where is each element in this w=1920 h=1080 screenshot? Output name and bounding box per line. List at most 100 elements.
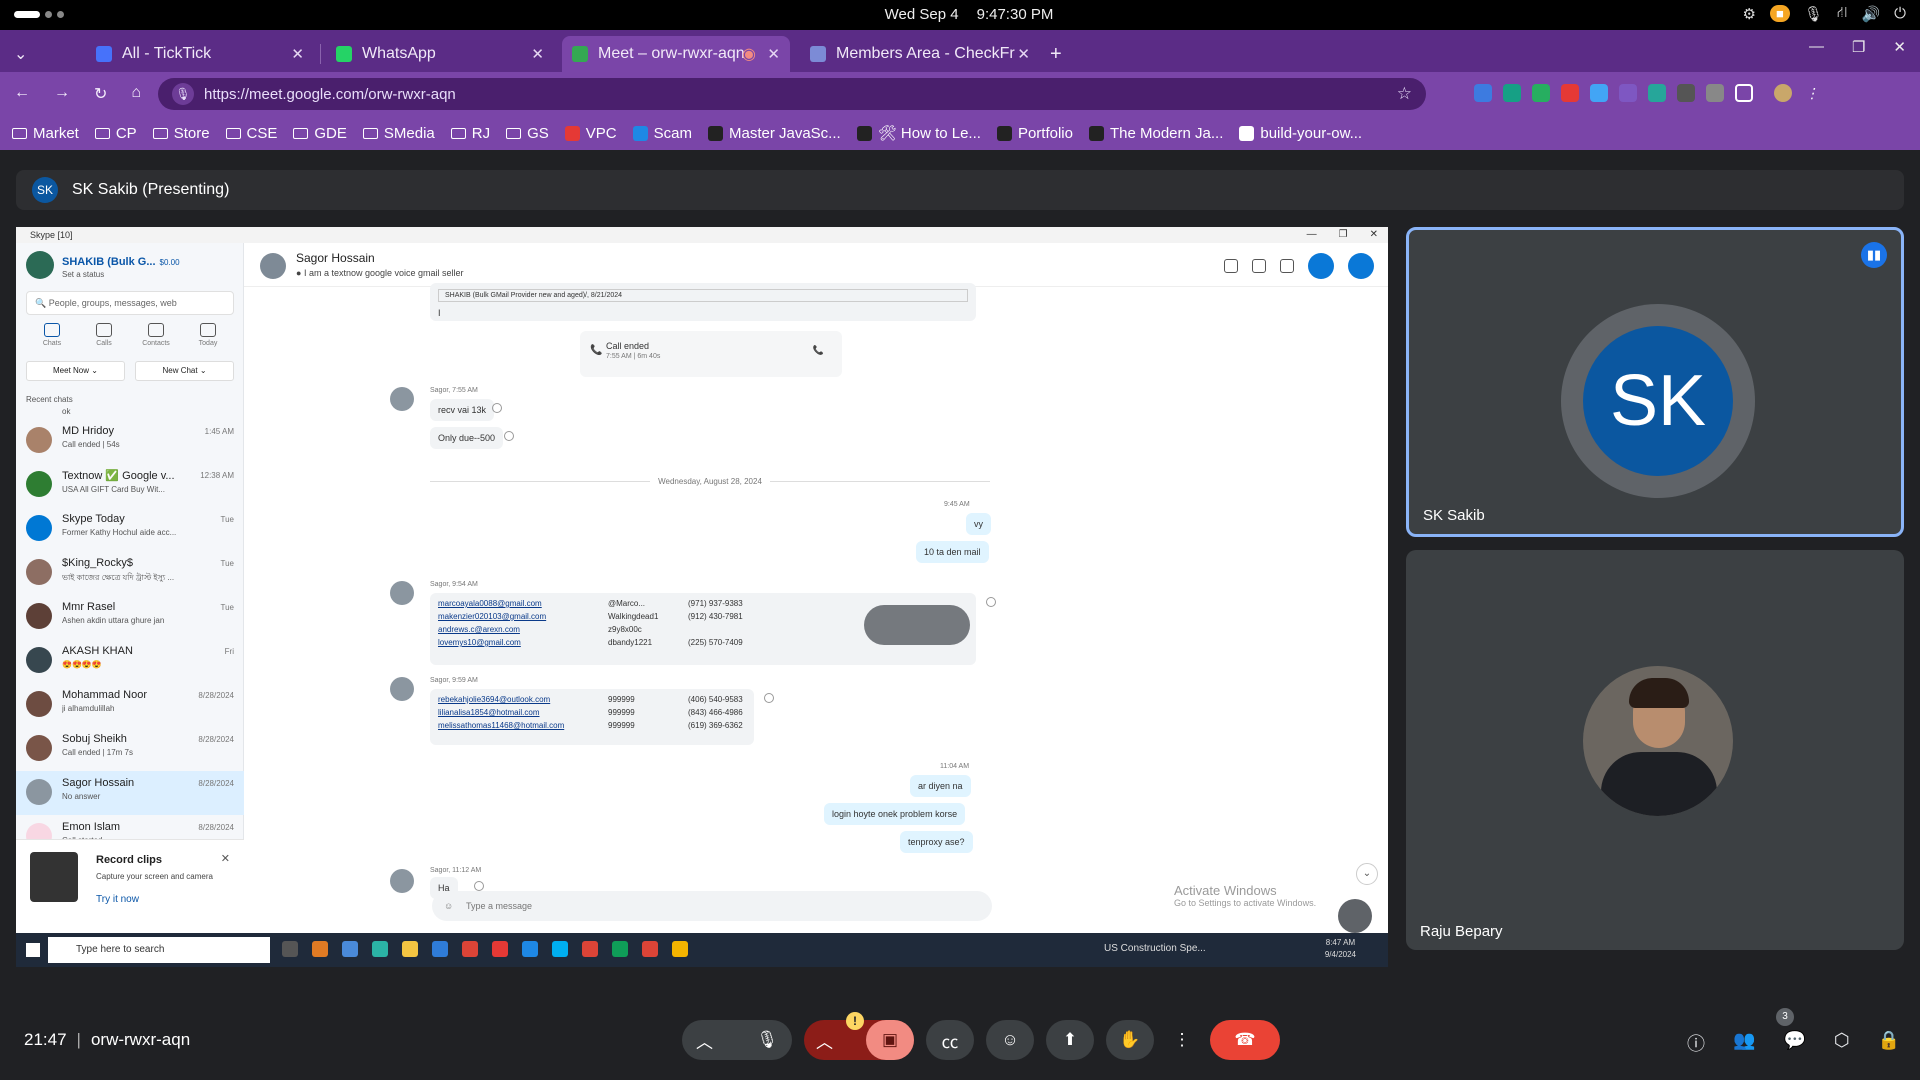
tab-whatsapp[interactable]: WhatsApp ✕: [326, 36, 554, 72]
minimize-icon[interactable]: —: [1809, 38, 1824, 56]
bookmark-item[interactable]: Store: [152, 125, 210, 142]
meeting-info-icon[interactable]: ⓘ: [1687, 1030, 1705, 1056]
reload-icon[interactable]: ↻: [94, 84, 107, 104]
camera-warning-icon[interactable]: !: [846, 1012, 864, 1030]
close-window-icon[interactable]: ✕: [1893, 38, 1906, 56]
extension-icon[interactable]: [1648, 84, 1666, 102]
nav-contacts: Contacts: [136, 323, 176, 347]
video-icon: [96, 323, 112, 337]
bookmark-item[interactable]: VPC: [564, 125, 617, 142]
call-back-icon: 📞: [812, 345, 824, 355]
activities-icon[interactable]: ⬡: [1834, 1030, 1850, 1056]
avatar: [26, 559, 52, 585]
site-info-icon[interactable]: 🎙: [172, 83, 194, 105]
email-text: lilianalisa1854@hotmail.com: [438, 708, 540, 717]
skype-titlebar: Skype [10] — ❐ ✕: [16, 227, 1388, 243]
bookmark-item[interactable]: Scam: [632, 125, 692, 142]
restore-icon[interactable]: ❐: [1852, 38, 1865, 56]
tab-search-button[interactable]: ⌄: [4, 36, 34, 72]
back-icon[interactable]: ←: [14, 84, 30, 104]
raise-hand-button[interactable]: ✋: [1106, 1020, 1154, 1060]
tab-meet[interactable]: Meet – orw-rwxr-aqn ◉ ✕: [562, 36, 790, 72]
close-icon[interactable]: ✕: [531, 45, 544, 63]
host-controls-icon[interactable]: 🔒: [1878, 1030, 1900, 1056]
bookmark-item[interactable]: CSE: [225, 125, 277, 142]
more-options-button[interactable]: ⋮: [1166, 1020, 1198, 1060]
bookmark-item[interactable]: build-your-ow...: [1239, 125, 1362, 142]
bookmark-item[interactable]: SMedia: [362, 125, 435, 142]
close-icon[interactable]: ✕: [291, 45, 304, 63]
profile-avatar[interactable]: [1774, 84, 1792, 102]
bookmark-item[interactable]: The Modern Ja...: [1088, 125, 1223, 142]
tab-ticktick[interactable]: All - TickTick ✕: [86, 36, 314, 72]
extension-icon[interactable]: [1677, 84, 1695, 102]
tab-label: WhatsApp: [362, 45, 436, 62]
shared-screen: Skype [10] — ❐ ✕ SHAKIB (Bulk G... $0.00 Se…: [16, 227, 1388, 967]
extension-icon[interactable]: [1561, 84, 1579, 102]
chevron-up-icon[interactable]: ︿: [816, 1028, 833, 1053]
extension-icon[interactable]: [1532, 84, 1550, 102]
home-icon[interactable]: ⌂: [131, 84, 141, 104]
participant-tile-raju-bepary[interactable]: Raju Bepary: [1406, 550, 1904, 950]
volume-icon[interactable]: 🔊: [1861, 5, 1880, 23]
close-icon[interactable]: ✕: [767, 45, 780, 63]
present-screen-button[interactable]: ⬆: [1046, 1020, 1094, 1060]
tab-checkfront[interactable]: Members Area - CheckFr ✕: [800, 36, 1040, 72]
network-icon[interactable]: ⛙: [1837, 4, 1848, 23]
emoji-reaction-button[interactable]: ☺: [986, 1020, 1034, 1060]
bookmark-item[interactable]: Master JavaSc...: [707, 125, 841, 142]
camera-off-button[interactable]: ▣: [866, 1020, 914, 1060]
close-icon: ✕: [220, 853, 230, 865]
meet-icon: [572, 46, 588, 62]
app-icon: [282, 941, 298, 957]
system-clock[interactable]: Wed Sep 4 9:47:30 PM: [0, 6, 1920, 23]
pinned-tab[interactable]: [46, 36, 76, 72]
bookmark-item[interactable]: 🛠 How to Le...: [856, 124, 981, 142]
participant-tile-sk-sakib[interactable]: SK ▮▮ SK Sakib: [1406, 227, 1904, 537]
bookmark-star-icon[interactable]: ☆: [1397, 84, 1412, 104]
extension-icon[interactable]: [1619, 84, 1637, 102]
extension-icon[interactable]: [1590, 84, 1608, 102]
new-tab-button[interactable]: +: [1040, 36, 1070, 72]
zoom-icon[interactable]: [1338, 899, 1372, 933]
meet-stage: SK SK Sakib (Presenting) Skype [10] — ❐ ✕ …: [0, 150, 1920, 1080]
microphone-icon[interactable]: 🎙: [1804, 5, 1823, 23]
extra-text: Walkingdead1: [608, 612, 659, 621]
extension-icon[interactable]: [1503, 84, 1521, 102]
sender-label: Sagor, 7:55 AM: [430, 387, 478, 394]
microphone-button[interactable]: 🎙: [756, 1030, 778, 1050]
new-chat-button: New Chat ⌄: [135, 361, 234, 381]
close-icon[interactable]: ✕: [1017, 45, 1030, 63]
people-icon[interactable]: 👥: [1733, 1030, 1755, 1056]
forward-icon[interactable]: →: [54, 84, 70, 104]
bookmark-label: GS: [527, 124, 549, 142]
chevron-up-icon[interactable]: ︿: [696, 1028, 713, 1053]
extension-icon[interactable]: [1706, 84, 1724, 102]
menu-icon[interactable]: ⋮: [1803, 84, 1821, 102]
chrome-icon: [672, 941, 688, 957]
leave-call-button[interactable]: ☎: [1210, 1020, 1280, 1060]
bookmark-item[interactable]: Portfolio: [996, 125, 1073, 142]
message-bubble: rebekahjolie3694@outlook.com 999999 (406) …: [430, 689, 754, 745]
folder-icon: [12, 127, 27, 139]
bookmark-item[interactable]: RJ: [450, 125, 490, 142]
message-bubble: ar diyen na: [910, 775, 971, 797]
taskbar-search: Type here to search: [48, 937, 270, 963]
presenting-label: SK Sakib (Presenting): [72, 181, 230, 198]
bookmark-item[interactable]: GS: [506, 125, 549, 142]
extension-icon[interactable]: [1474, 84, 1492, 102]
settings-icon[interactable]: ⚙: [1743, 5, 1756, 23]
bookmark-item[interactable]: CP: [94, 125, 137, 142]
screen-record-icon[interactable]: ■: [1769, 5, 1790, 22]
power-icon[interactable]: ⏻: [1894, 5, 1906, 22]
search-icon: 🔍: [35, 298, 47, 308]
activate-windows-watermark: Activate Windows Go to Settings to activa…: [1174, 883, 1316, 908]
address-bar[interactable]: 🎙 https://meet.google.com/orw-rwxr-aqn ☆: [158, 78, 1426, 110]
puzzle-icon[interactable]: [1735, 84, 1753, 102]
bookmark-item[interactable]: Market: [12, 125, 79, 142]
captions-button[interactable]: ㏄: [926, 1020, 974, 1060]
chat-icon[interactable]: 💬: [1783, 1030, 1805, 1056]
checkfront-icon: [810, 46, 826, 62]
chat-preview: 😍😍😍😍: [62, 660, 102, 669]
bookmark-item[interactable]: GDE: [293, 125, 347, 142]
